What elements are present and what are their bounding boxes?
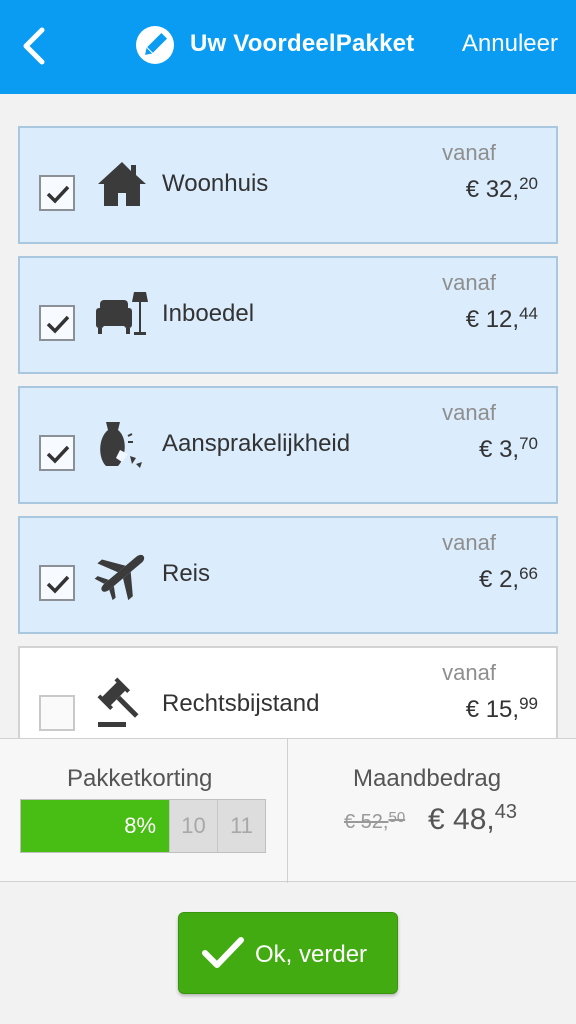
- checkbox-rechtsbijstand[interactable]: [39, 695, 75, 731]
- edit-title-button[interactable]: [136, 26, 174, 64]
- card-reis[interactable]: Reis vanaf € 2,66: [18, 516, 558, 634]
- card-label: Rechtsbijstand: [162, 690, 320, 717]
- pencil-icon: [145, 32, 168, 55]
- checkbox-aansprakelijkheid[interactable]: [39, 435, 75, 471]
- broken-vase-icon: [100, 422, 142, 468]
- card-price: € 12,44: [465, 304, 538, 333]
- card-label: Reis: [162, 560, 211, 587]
- card-inboedel[interactable]: Inboedel vanaf € 12,44: [18, 256, 558, 374]
- old-monthly-price: € 52,50: [344, 809, 406, 833]
- gavel-icon: [97, 677, 139, 727]
- cancel-button[interactable]: Annuleer: [462, 30, 558, 58]
- new-monthly-price: € 48,43: [428, 801, 517, 836]
- summary-panel: Pakketkorting 8% 10 11 Maandbedrag € 52,…: [0, 738, 576, 883]
- back-button[interactable]: [18, 26, 54, 66]
- monthly-label: Maandbedrag: [353, 765, 502, 792]
- card-aansprakelijkheid[interactable]: Aansprakelijkheid vanaf € 3,70: [18, 386, 558, 504]
- card-price: € 2,66: [479, 564, 538, 593]
- card-price: € 3,70: [479, 434, 538, 463]
- armchair-lamp-icon: [96, 292, 148, 335]
- card-woonhuis[interactable]: Woonhuis vanaf € 32,20: [18, 126, 558, 244]
- checkmark-icon: [46, 315, 70, 334]
- card-label: Inboedel: [162, 300, 255, 327]
- airplane-icon: [94, 554, 145, 601]
- checkbox-reis[interactable]: [39, 565, 75, 601]
- discount-label: Pakketkorting: [67, 765, 213, 792]
- ok-continue-button[interactable]: Ok, verder: [178, 912, 398, 994]
- checkmark-icon: [202, 937, 244, 968]
- header-bar: Uw VoordeelPakket Annuleer: [0, 0, 576, 94]
- page-title: Uw VoordeelPakket: [190, 30, 415, 57]
- card-label: Aansprakelijkheid: [162, 430, 351, 457]
- card-price: € 32,20: [465, 174, 538, 203]
- discount-step: 11: [217, 800, 265, 852]
- vanaf-label: vanaf: [442, 660, 496, 685]
- checkbox-woonhuis[interactable]: [39, 175, 75, 211]
- checkmark-icon: [46, 185, 70, 204]
- coverage-list[interactable]: Woonhuis vanaf € 32,20 Inboedel vanaf € …: [18, 126, 558, 738]
- discount-step: 10: [169, 800, 217, 852]
- vanaf-label: vanaf: [442, 270, 496, 295]
- card-price: € 15,99: [465, 694, 538, 723]
- ok-button-label: Ok, verder: [255, 941, 368, 968]
- checkbox-inboedel[interactable]: [39, 305, 75, 341]
- card-label: Woonhuis: [162, 170, 269, 197]
- house-icon: [98, 162, 146, 206]
- discount-progress-bar: 8% 10 11: [20, 799, 266, 853]
- vanaf-label: vanaf: [442, 400, 496, 425]
- vanaf-label: vanaf: [442, 530, 496, 555]
- vanaf-label: vanaf: [442, 140, 496, 165]
- discount-progress-fill: 8%: [21, 800, 170, 852]
- card-rechtsbijstand[interactable]: Rechtsbijstand vanaf € 15,99: [18, 646, 558, 738]
- checkmark-icon: [46, 445, 70, 464]
- summary-divider: [287, 739, 288, 883]
- chevron-left-icon: [23, 27, 45, 65]
- checkmark-icon: [46, 575, 70, 594]
